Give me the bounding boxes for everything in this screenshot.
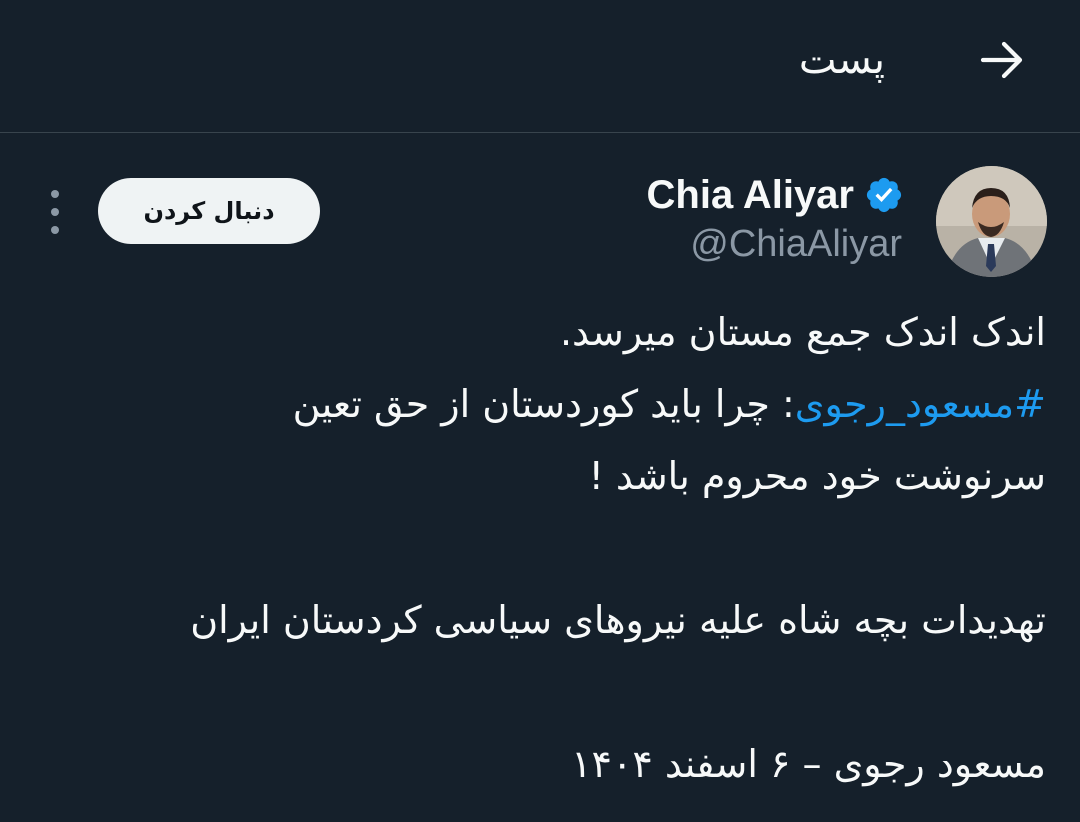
verified-badge-icon [866,177,902,213]
top-bar: پست [0,0,1080,133]
tweet-line-2-text: : چرا باید کوردستان از حق تعین [292,382,795,426]
tweet-spacer [76,656,1046,728]
display-name[interactable]: Chia Aliyar [647,170,854,220]
tweet-text: اندک اندک جمع مستان میرسد. #مسعود_رجوی: … [76,296,1046,800]
more-dot [51,226,59,234]
back-button[interactable] [972,30,1032,90]
author-name-row[interactable]: Chia Aliyar [647,170,904,220]
more-dot [51,208,59,216]
tweet-line-2: #مسعود_رجوی: چرا باید کوردستان از حق تعی… [76,368,1046,440]
follow-button[interactable]: دنبال کردن [98,178,320,244]
avatar-image [936,166,1047,277]
avatar[interactable] [936,166,1047,277]
user-handle[interactable]: @ChiaAliyar [690,220,902,268]
tweet-spacer [76,512,1046,584]
tweet-line-1: اندک اندک جمع مستان میرسد. [559,310,1046,354]
page-title: پست [798,37,885,83]
more-options-button[interactable] [38,190,72,234]
arrow-right-icon [980,41,1023,79]
tweet-line-3: سرنوشت خود محروم باشد ! [588,454,1046,498]
more-vertical-icon [51,190,59,198]
tweet-line-5: مسعود رجوی – ۶ اسفند ۱۴۰۴ [571,742,1046,786]
hashtag-link[interactable]: #مسعود_رجوی [795,382,1046,426]
tweet-line-4: تهدیدات بچه شاه علیه نیروهای سیاسی کردست… [190,598,1046,642]
